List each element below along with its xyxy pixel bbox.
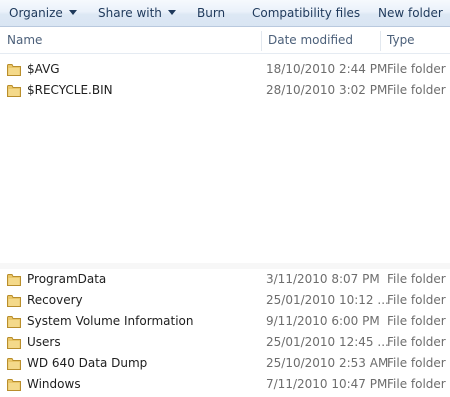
organize-label: Organize bbox=[9, 6, 63, 20]
blank-region bbox=[0, 100, 450, 263]
item-date: 3/11/2010 8:07 PM bbox=[266, 272, 380, 286]
burn-button[interactable]: Burn bbox=[197, 5, 225, 21]
list-item[interactable]: ProgramData 3/11/2010 8:07 PM File folde… bbox=[0, 269, 450, 290]
item-name: Recovery bbox=[27, 293, 83, 307]
compatibility-files-label: Compatibility files bbox=[252, 6, 361, 20]
item-date: 25/01/2010 12:45 ... bbox=[266, 335, 389, 349]
item-name: $RECYCLE.BIN bbox=[27, 83, 113, 97]
folder-icon bbox=[7, 85, 21, 97]
item-name: System Volume Information bbox=[27, 314, 194, 328]
share-with-label: Share with bbox=[98, 6, 162, 20]
explorer-window: Organize Share with Burn Compatibility f… bbox=[0, 0, 450, 397]
item-type: File folder bbox=[387, 83, 446, 97]
item-date: 18/10/2010 2:44 PM bbox=[266, 62, 388, 76]
item-date: 25/10/2010 2:53 AM bbox=[266, 356, 389, 370]
list-item[interactable]: Users 25/01/2010 12:45 ... File folder bbox=[0, 332, 450, 353]
share-with-button[interactable]: Share with bbox=[98, 5, 176, 21]
folder-icon bbox=[7, 337, 21, 349]
column-type[interactable]: Type bbox=[381, 28, 450, 53]
column-name[interactable]: Name bbox=[1, 28, 261, 53]
item-name: ProgramData bbox=[27, 272, 107, 286]
organize-button[interactable]: Organize bbox=[9, 5, 77, 21]
item-type: File folder bbox=[387, 272, 446, 286]
item-name: $AVG bbox=[27, 62, 60, 76]
item-name: Users bbox=[27, 335, 61, 349]
list-item[interactable]: Windows 7/11/2010 10:47 PM File folder bbox=[0, 374, 450, 395]
column-date-modified[interactable]: Date modified bbox=[262, 28, 380, 53]
folder-icon bbox=[7, 295, 21, 307]
list-item[interactable]: Recovery 25/01/2010 10:12 ... File folde… bbox=[0, 290, 450, 311]
new-folder-label: New folder bbox=[378, 6, 443, 20]
item-type: File folder bbox=[387, 62, 446, 76]
item-type: File folder bbox=[387, 335, 446, 349]
new-folder-button[interactable]: New folder bbox=[378, 5, 443, 21]
folder-icon bbox=[7, 274, 21, 286]
list-item[interactable]: System Volume Information 9/11/2010 6:00… bbox=[0, 311, 450, 332]
column-name-label: Name bbox=[7, 33, 43, 47]
chevron-down-icon bbox=[68, 10, 77, 15]
folder-icon bbox=[7, 358, 21, 370]
burn-label: Burn bbox=[197, 6, 226, 20]
folder-icon bbox=[7, 379, 21, 391]
command-bar: Organize Share with Burn Compatibility f… bbox=[0, 0, 450, 27]
item-type: File folder bbox=[387, 356, 446, 370]
item-date: 28/10/2010 3:02 PM bbox=[266, 83, 388, 97]
compatibility-files-button[interactable]: Compatibility files bbox=[252, 5, 360, 21]
list-item[interactable]: $RECYCLE.BIN 28/10/2010 3:02 PM File fol… bbox=[0, 80, 450, 101]
item-name: Windows bbox=[27, 377, 81, 391]
column-header: Name Date modified Type bbox=[0, 28, 450, 54]
column-type-label: Type bbox=[387, 33, 415, 47]
list-item[interactable]: WD 640 Data Dump 25/10/2010 2:53 AM File… bbox=[0, 353, 450, 374]
item-date: 25/01/2010 10:12 ... bbox=[266, 293, 389, 307]
folder-icon bbox=[7, 316, 21, 328]
item-date: 7/11/2010 10:47 PM bbox=[266, 377, 388, 391]
item-type: File folder bbox=[387, 377, 446, 391]
item-type: File folder bbox=[387, 314, 446, 328]
chevron-down-icon bbox=[167, 10, 176, 15]
folder-icon bbox=[7, 64, 21, 76]
list-item[interactable]: $AVG 18/10/2010 2:44 PM File folder bbox=[0, 59, 450, 80]
item-date: 9/11/2010 6:00 PM bbox=[266, 314, 380, 328]
item-name: WD 640 Data Dump bbox=[27, 356, 148, 370]
item-type: File folder bbox=[387, 293, 446, 307]
column-date-modified-label: Date modified bbox=[268, 33, 354, 47]
